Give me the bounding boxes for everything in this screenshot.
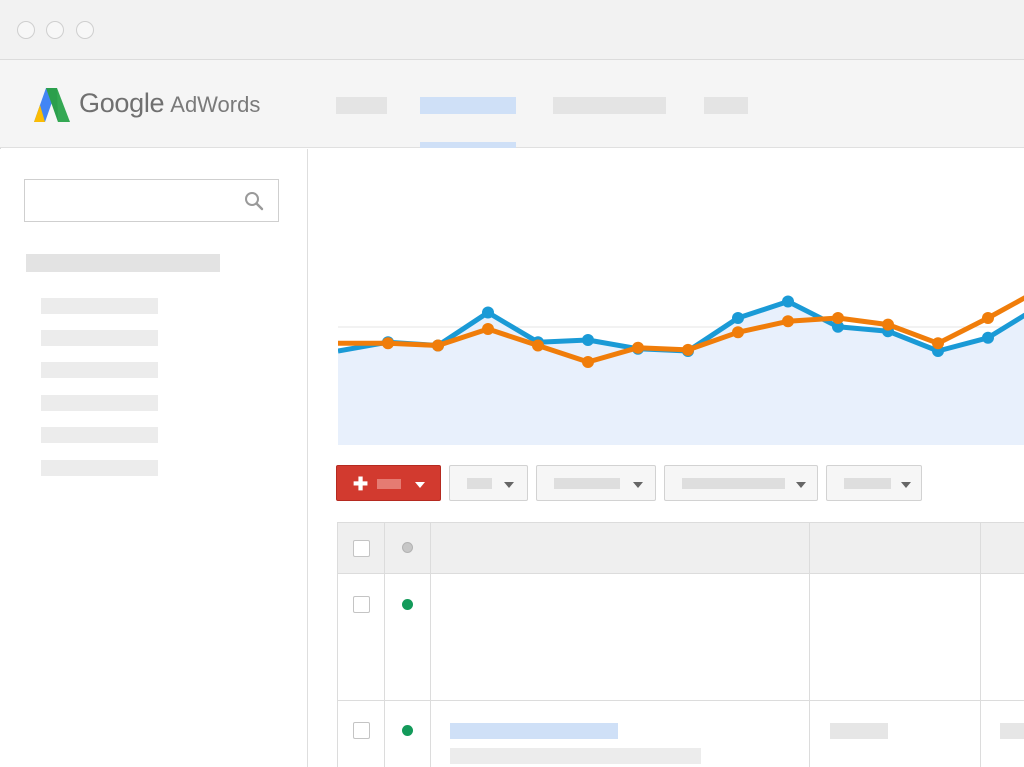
status-active-icon <box>402 725 413 736</box>
sidebar-item[interactable] <box>41 330 158 346</box>
window-maximize-button[interactable] <box>76 21 94 39</box>
chart-orange-series-point[interactable] <box>882 318 894 331</box>
sidebar-item[interactable] <box>41 460 158 476</box>
sidebar-item[interactable] <box>41 395 158 411</box>
search-input[interactable] <box>24 179 279 222</box>
filter-dropdown-1[interactable] <box>449 465 528 501</box>
status-header-icon <box>402 542 413 553</box>
filter-dropdown-4[interactable] <box>826 465 922 501</box>
chart-orange-series-point[interactable] <box>632 341 644 354</box>
filter-dropdown-3[interactable] <box>664 465 818 501</box>
chart-orange-series-point[interactable] <box>582 356 594 368</box>
active-tab-indicator <box>420 142 516 148</box>
chart-orange-series-point[interactable] <box>382 337 394 350</box>
chart-orange-series-point[interactable] <box>832 312 844 324</box>
chevron-down-icon <box>633 482 643 488</box>
add-button[interactable]: ✚ <box>336 465 441 501</box>
performance-chart <box>338 295 1024 445</box>
select-all-checkbox[interactable] <box>353 540 370 557</box>
sidebar-item[interactable] <box>41 298 158 314</box>
tab-2-active[interactable] <box>420 97 516 114</box>
window-close-button[interactable] <box>17 21 35 39</box>
chevron-down-icon <box>796 482 806 488</box>
table-header <box>337 522 1024 574</box>
chart-area-fill <box>338 301 1024 445</box>
row-checkbox[interactable] <box>353 722 370 739</box>
row-checkbox[interactable] <box>353 596 370 613</box>
chart-blue-series-point[interactable] <box>782 295 794 308</box>
table-cell <box>830 723 888 739</box>
chart-orange-series-point[interactable] <box>732 326 744 339</box>
window-minimize-button[interactable] <box>46 21 64 39</box>
chevron-down-icon <box>415 482 425 488</box>
plus-icon: ✚ <box>353 474 369 494</box>
campaign-subtext <box>450 748 701 764</box>
tab-3[interactable] <box>553 97 666 114</box>
sidebar-item[interactable] <box>41 362 158 378</box>
chart-blue-series-point[interactable] <box>582 334 594 346</box>
chart-orange-series-point[interactable] <box>532 339 544 352</box>
search-icon[interactable] <box>244 191 264 211</box>
table-cell <box>1000 723 1024 739</box>
window-titlebar <box>0 0 1024 60</box>
adwords-logo-icon <box>34 88 70 122</box>
chart-orange-series-point[interactable] <box>982 312 994 324</box>
brand-product-text: AdWords <box>170 92 261 117</box>
chart-blue-series-point[interactable] <box>982 331 994 344</box>
campaign-name-link[interactable] <box>450 723 618 739</box>
sidebar-item[interactable] <box>41 427 158 443</box>
chevron-down-icon <box>504 482 514 488</box>
chart-orange-series-point[interactable] <box>682 343 694 356</box>
chart-orange-series-point[interactable] <box>432 339 444 352</box>
sidebar-heading-placeholder <box>26 254 220 272</box>
chevron-down-icon <box>901 482 911 488</box>
chart-blue-series-point[interactable] <box>482 306 494 319</box>
chart-blue-series-point[interactable] <box>732 312 744 324</box>
chart-orange-series-point[interactable] <box>782 315 794 328</box>
brand-logo[interactable]: Google AdWords <box>79 88 260 119</box>
tab-1[interactable] <box>336 97 387 114</box>
status-active-icon <box>402 599 413 610</box>
filter-dropdown-2[interactable] <box>536 465 656 501</box>
sidebar <box>0 149 308 767</box>
brand-google-text: Google <box>79 88 165 118</box>
tab-4[interactable] <box>704 97 748 114</box>
chart-orange-series-point[interactable] <box>482 323 494 335</box>
chart-orange-series-point[interactable] <box>932 337 944 350</box>
